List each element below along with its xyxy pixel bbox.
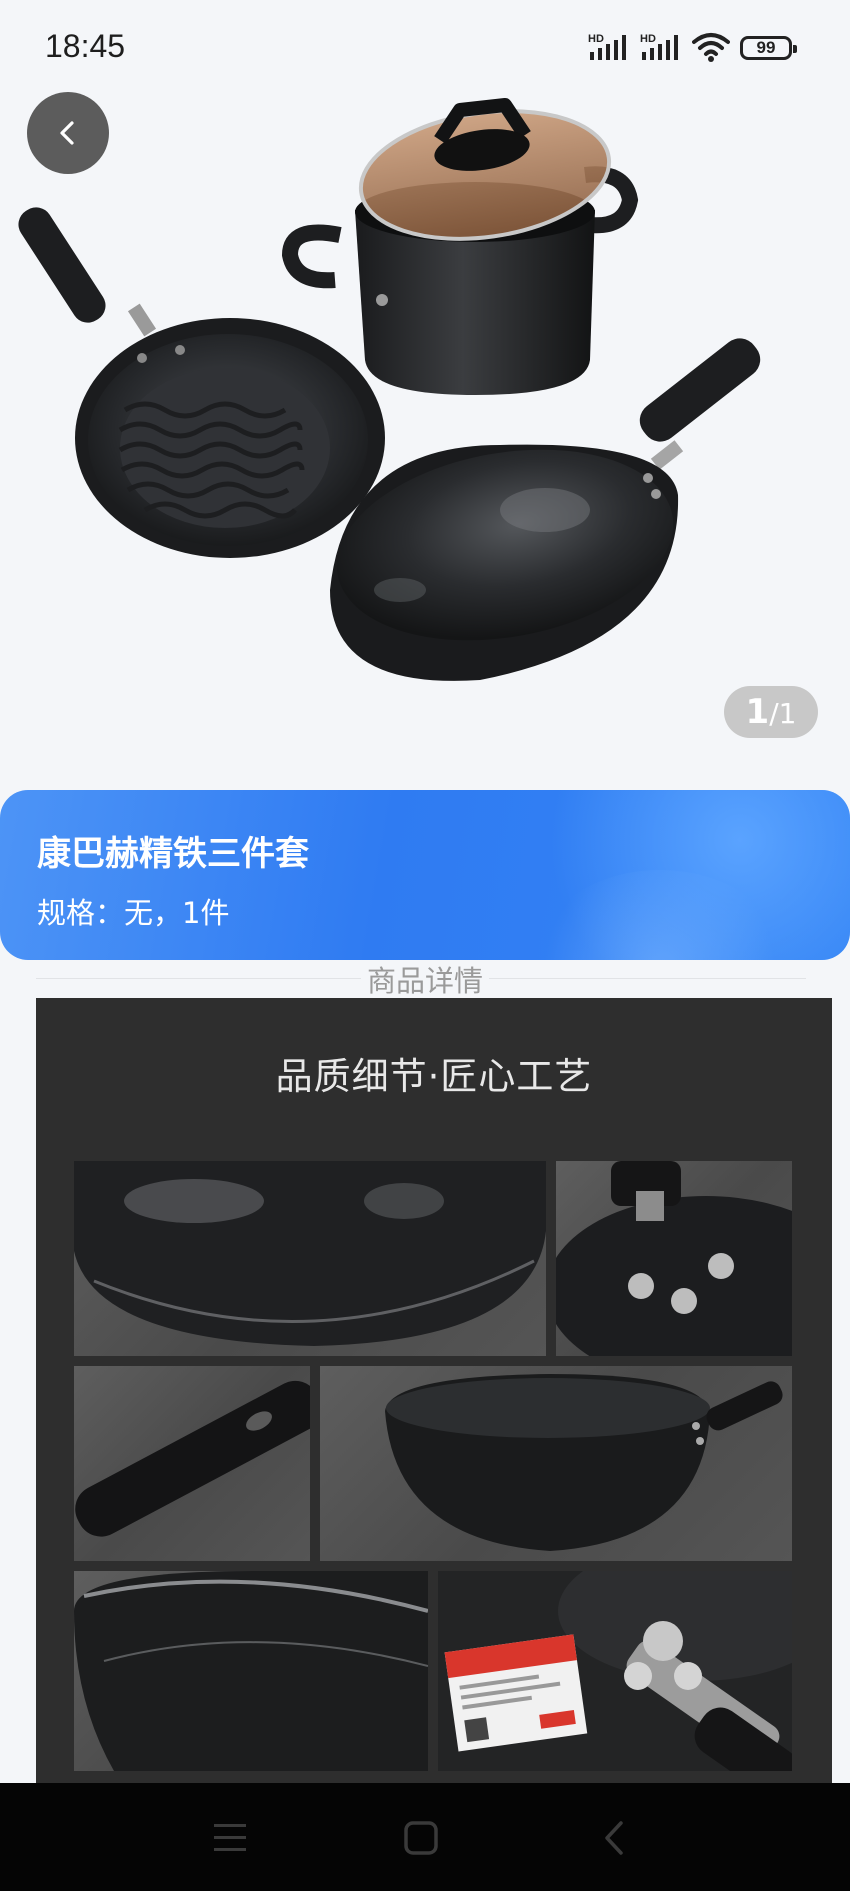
- product-gallery[interactable]: 1/1: [0, 0, 850, 760]
- triangle-back-icon: [605, 1821, 623, 1855]
- gallery-current: 1: [745, 692, 770, 732]
- detail-tile-handle: [74, 1366, 310, 1561]
- product-spec: 规格：无，1件: [37, 890, 229, 932]
- nav-back-button[interactable]: [590, 1813, 640, 1863]
- detail-section-title: 商品详情: [0, 958, 850, 1000]
- detail-section-title-text: 商品详情: [360, 964, 489, 998]
- detail-tile-wok-bottom: [74, 1161, 546, 1356]
- square-icon: [404, 1821, 438, 1855]
- detail-tile-wok-rim: [74, 1571, 428, 1771]
- nav-home-button[interactable]: [396, 1813, 446, 1863]
- detail-tile-label: [438, 1571, 792, 1771]
- spec-value: 无，1件: [124, 896, 230, 930]
- cookware-set-image: [18, 98, 761, 681]
- chevron-left-icon: [60, 121, 74, 145]
- detail-tile-wok-side: [320, 1366, 792, 1561]
- product-title: 康巴赫精铁三件套: [37, 834, 309, 874]
- gallery-counter: 1/1: [724, 686, 818, 738]
- detail-image: 品质细节·匠心工艺: [36, 998, 832, 1783]
- detail-tile-rivets: [556, 1161, 792, 1356]
- menu-icon: [214, 1824, 246, 1851]
- spec-label: 规格：: [37, 896, 125, 930]
- system-nav-bar: [0, 1783, 850, 1891]
- back-button[interactable]: [27, 92, 109, 174]
- product-info-card: [0, 790, 850, 960]
- gallery-total: /1: [769, 697, 797, 730]
- nav-menu-button[interactable]: [205, 1813, 255, 1863]
- detail-image-heading: 品质细节·匠心工艺: [275, 1055, 593, 1098]
